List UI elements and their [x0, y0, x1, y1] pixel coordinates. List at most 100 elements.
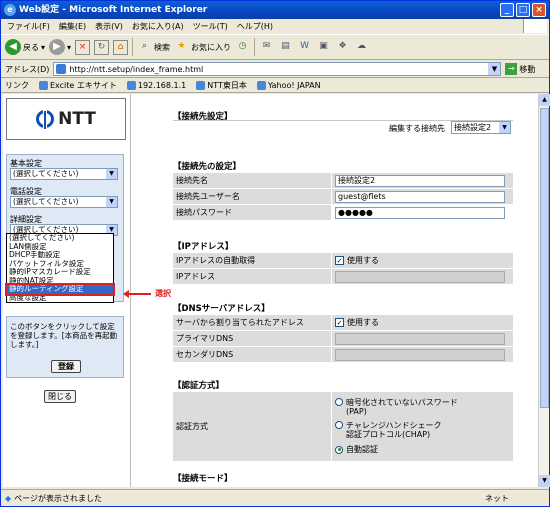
ip-auto-checkbox[interactable]: ✓ — [335, 256, 344, 265]
table-row: IPアドレスの自動取得 ✓ 使用する — [173, 253, 513, 269]
secondary-dns-input[interactable] — [335, 348, 505, 361]
link-router[interactable]: 192.168.1.1 — [126, 80, 186, 90]
dropdown-option-static-routing[interactable]: 静的ルーティング設定 — [5, 283, 115, 296]
auth-heading: 【認証方式】 — [173, 381, 225, 391]
primary-dns-input[interactable] — [335, 332, 505, 345]
maximize-button[interactable]: □ — [516, 3, 530, 17]
dropdown-option[interactable]: DHCP手動設定 — [7, 251, 113, 260]
chevron-down-icon: ▼ — [106, 169, 117, 179]
password-input[interactable]: ●●●●● — [335, 206, 505, 219]
conn-name-input[interactable]: 接続設定2 — [335, 174, 505, 187]
mail-icon[interactable]: ✉ — [259, 40, 274, 55]
discuss-icon[interactable]: ▣ — [316, 40, 331, 55]
ntt-logo-icon — [36, 109, 55, 131]
link-yahoo[interactable]: Yahoo! JAPAN — [256, 80, 321, 90]
dropdown-option[interactable]: (選択してください) — [7, 234, 113, 243]
pap-sublabel: (PAP) — [346, 406, 367, 416]
ip-address-heading: 【IPアドレス】 — [173, 242, 234, 252]
basic-settings-select[interactable]: (選択してください) ▼ — [10, 168, 118, 180]
dropdown-option[interactable]: LAN側設定 — [7, 243, 113, 252]
scroll-thumb[interactable] — [540, 108, 549, 408]
menu-help[interactable]: ヘルプ(H) — [237, 21, 273, 32]
forward-button[interactable]: ▶ ▾ — [49, 39, 71, 55]
vertical-scrollbar[interactable]: ▲ ▼ — [538, 94, 550, 487]
page-icon — [39, 80, 48, 90]
phone-settings-select[interactable]: (選択してください) ▼ — [10, 196, 118, 208]
table-row: セカンダリDNS — [173, 347, 513, 363]
dropdown-option[interactable]: 静的IPマスカレード設定 — [7, 268, 113, 277]
menu-view[interactable]: 表示(V) — [95, 21, 123, 32]
page-icon — [256, 80, 266, 90]
link-label: Yahoo! JAPAN — [267, 80, 321, 90]
table-row: 接続パスワード ●●●●● — [173, 205, 513, 221]
scroll-down-icon[interactable]: ▼ — [539, 475, 550, 487]
connection-settings-heading: 【接続先の設定】 — [173, 162, 242, 172]
messenger-icon[interactable]: ❖ — [335, 40, 350, 55]
toolbar-separator — [254, 38, 256, 56]
auth-chap-option[interactable]: チャレンジハンドシェーク 認証プロトコル(CHAP) — [335, 420, 441, 439]
detail-settings-dropdown: (選択してください) LAN側設定 DHCP手動設定 パケットフィルタ設定 静的… — [5, 233, 115, 303]
stop-icon[interactable]: × — [75, 39, 91, 55]
connection-mode-heading: 【接続モード】 — [173, 474, 233, 484]
menu-tools[interactable]: ツール(T) — [193, 21, 228, 32]
dropdown-option[interactable]: パケットフィルタ設定 — [7, 260, 113, 269]
edit-target-select[interactable]: 接続設定2 ▼ — [451, 121, 511, 134]
use-label: 使用する — [347, 318, 379, 327]
dns-auto-checkbox[interactable]: ✓ — [335, 318, 344, 327]
table-row: プライマリDNS — [173, 331, 513, 347]
auto-auth-radio[interactable] — [335, 445, 343, 454]
menu-file[interactable]: ファイル(F) — [7, 21, 50, 32]
register-message: このボタンをクリックして設定を登録します。[本商品を再起動します。] — [10, 322, 118, 349]
chevron-down-icon[interactable]: ▼ — [488, 63, 501, 75]
chat-icon[interactable]: ☁ — [354, 40, 369, 55]
go-label: 移動 — [519, 64, 536, 74]
home-icon[interactable]: ⌂ — [113, 39, 129, 55]
link-ntt-east[interactable]: NTT東日本 — [196, 80, 247, 91]
password-label: 接続パスワード — [173, 205, 331, 220]
select-value: 接続設定2 — [454, 123, 492, 132]
ip-auto-label: IPアドレスの自動取得 — [173, 253, 331, 268]
ip-address-input[interactable] — [335, 270, 505, 283]
table-row: 接続先ユーザー名 guest@flets — [173, 189, 513, 205]
dropdown-option[interactable]: 静的NAT設定 — [7, 277, 113, 286]
register-button[interactable]: 登録 — [51, 360, 81, 373]
link-excite[interactable]: Excite エキサイト — [39, 80, 117, 91]
address-bar: アドレス(D) http://ntt.setup/index_frame.htm… — [1, 61, 549, 78]
close-window-button[interactable]: × — [532, 3, 546, 17]
status-bar: ◆ ページが表示されました ネット — [1, 489, 549, 506]
edit-icon[interactable]: W — [297, 40, 312, 55]
chap-sublabel: 認証プロトコル(CHAP) — [346, 429, 431, 439]
print-icon[interactable]: ▤ — [278, 40, 293, 55]
minimize-button[interactable]: _ — [500, 3, 514, 17]
back-label: 戻る — [23, 42, 39, 52]
chevron-down-icon: ▾ — [67, 42, 72, 52]
scroll-up-icon[interactable]: ▲ — [539, 94, 550, 106]
link-label: NTT東日本 — [207, 80, 247, 90]
dropdown-option[interactable]: 高度な設定 — [7, 294, 113, 303]
auth-auto-option[interactable]: 自動認証 — [335, 444, 378, 455]
go-button[interactable]: → 移動 — [505, 63, 535, 75]
chap-radio[interactable] — [335, 420, 343, 429]
close-button[interactable]: 閉じる — [44, 390, 76, 403]
select-value: (選択してください) — [13, 169, 79, 178]
auth-method-label: 認証方式 — [173, 392, 331, 461]
auth-table: 認証方式 暗号化されていないパスワード (PAP) チャレンジハンドシェーク 認証プ… — [173, 392, 513, 462]
link-label: Excite エキサイト — [50, 80, 117, 90]
auth-pap-option[interactable]: 暗号化されていないパスワード (PAP) — [335, 397, 458, 416]
pap-radio[interactable] — [335, 397, 343, 406]
favorites-button[interactable]: ★ お気に入り — [174, 40, 231, 55]
username-input[interactable]: guest@flets — [335, 190, 505, 203]
back-button[interactable]: ◀ 戻る ▾ — [5, 39, 45, 55]
search-button[interactable]: ⌕ 検索 — [137, 40, 170, 55]
address-input[interactable]: http://ntt.setup/index_frame.html ▼ — [53, 62, 502, 76]
ip-address-table: IPアドレスの自動取得 ✓ 使用する IPアドレス — [173, 253, 513, 285]
history-icon[interactable]: ◷ — [235, 40, 250, 55]
auto-auth-label: 自動認証 — [346, 445, 378, 455]
menu-edit[interactable]: 編集(E) — [59, 21, 86, 32]
star-icon: ★ — [177, 40, 186, 51]
menu-favorites[interactable]: お気に入り(A) — [132, 21, 184, 32]
right-frame: 【接続先設定】 編集する接続先 接続設定2 ▼ 【接続先の設定】 接続先名 接続… — [137, 94, 538, 487]
favorites-label: お気に入り — [191, 42, 232, 52]
refresh-icon[interactable]: ↻ — [94, 39, 110, 55]
table-row: IPアドレス — [173, 269, 513, 285]
